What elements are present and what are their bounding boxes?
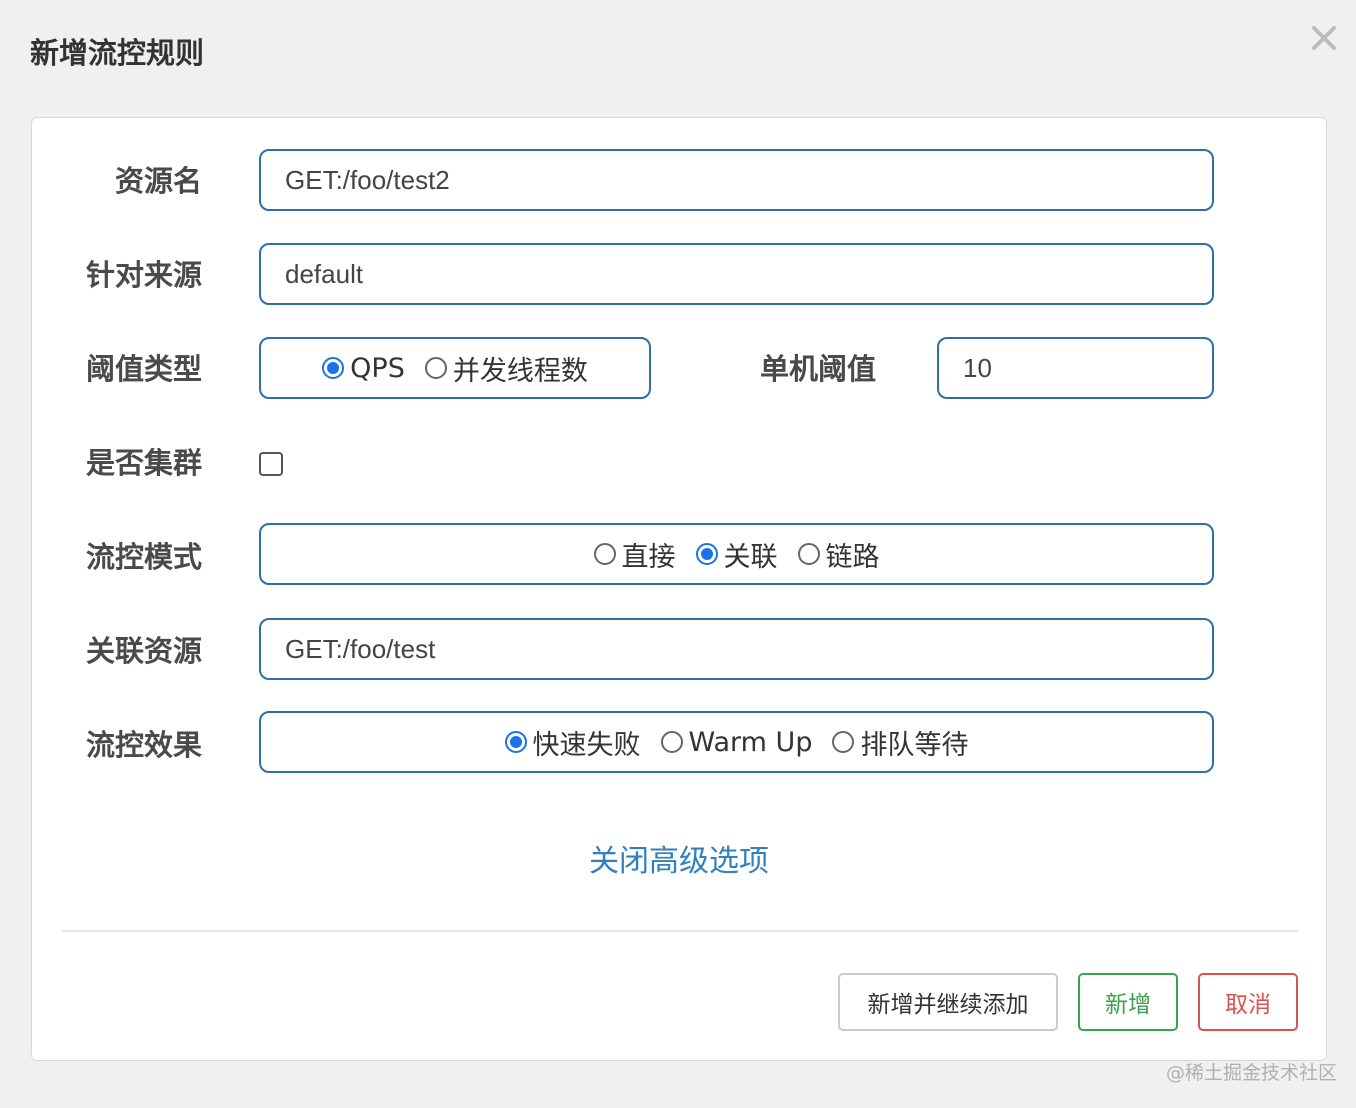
mode-chain-label: 链路 — [825, 541, 880, 573]
divider — [62, 930, 1298, 932]
threshold-type-group: QPS 并发线程数 — [259, 337, 651, 399]
add-and-continue-button[interactable]: 新增并继续添加 — [838, 973, 1058, 1031]
radio-unchecked-icon — [593, 543, 616, 565]
form-panel: 资源名 针对来源 阈值类型 QPS 并发线程数 单机阈值 是否集群 流控模式 直… — [31, 117, 1327, 1061]
watermark: @稀土掘金技术社区 — [1166, 1062, 1338, 1084]
dialog-title: 新增流控规则 — [30, 36, 205, 70]
close-button[interactable] — [1304, 18, 1344, 58]
resource-label: 资源名 — [114, 164, 202, 198]
threshold-type-qps-label: QPS — [350, 352, 405, 384]
close-icon — [1312, 26, 1336, 50]
cluster-checkbox[interactable] — [259, 452, 283, 476]
cluster-label: 是否集群 — [85, 446, 202, 480]
effect-queue-label: 排队等待 — [860, 729, 969, 761]
mode-related[interactable]: 关联 — [695, 535, 778, 574]
effect-warm-up[interactable]: Warm Up — [660, 726, 813, 758]
resource-input[interactable] — [259, 149, 1214, 211]
effect-fast-fail-label: 快速失败 — [532, 729, 641, 761]
mode-label: 流控模式 — [85, 540, 202, 574]
radio-checked-icon — [504, 731, 527, 753]
effect-queue[interactable]: 排队等待 — [832, 723, 968, 762]
effect-warm-up-label: Warm Up — [688, 726, 813, 758]
mode-direct-label: 直接 — [621, 541, 676, 573]
mode-direct[interactable]: 直接 — [593, 535, 676, 574]
related-resource-label: 关联资源 — [85, 634, 202, 668]
threshold-type-threads[interactable]: 并发线程数 — [424, 349, 588, 388]
radio-checked-icon — [695, 543, 718, 565]
source-label: 针对来源 — [85, 258, 202, 292]
mode-chain[interactable]: 链路 — [797, 535, 880, 574]
advanced-options-toggle[interactable]: 关闭高级选项 — [32, 836, 1326, 880]
radio-unchecked-icon — [797, 543, 820, 565]
radio-unchecked-icon — [660, 731, 683, 753]
single-threshold-label: 单机阈值 — [759, 352, 876, 386]
threshold-type-threads-label: 并发线程数 — [452, 355, 588, 387]
radio-unchecked-icon — [832, 731, 855, 753]
radio-unchecked-icon — [424, 357, 447, 379]
effect-label: 流控效果 — [85, 728, 202, 762]
mode-related-label: 关联 — [723, 541, 778, 573]
effect-fast-fail[interactable]: 快速失败 — [504, 723, 641, 762]
add-button[interactable]: 新增 — [1078, 973, 1178, 1031]
related-resource-input[interactable] — [259, 618, 1214, 680]
threshold-type-label: 阈值类型 — [85, 352, 202, 386]
radio-checked-icon — [322, 357, 345, 379]
effect-group: 快速失败 Warm Up 排队等待 — [259, 711, 1214, 773]
mode-group: 直接 关联 链路 — [259, 523, 1214, 585]
cancel-button[interactable]: 取消 — [1198, 973, 1298, 1031]
single-threshold-input[interactable] — [937, 337, 1214, 399]
threshold-type-qps[interactable]: QPS — [322, 353, 405, 384]
source-input[interactable] — [259, 243, 1214, 305]
